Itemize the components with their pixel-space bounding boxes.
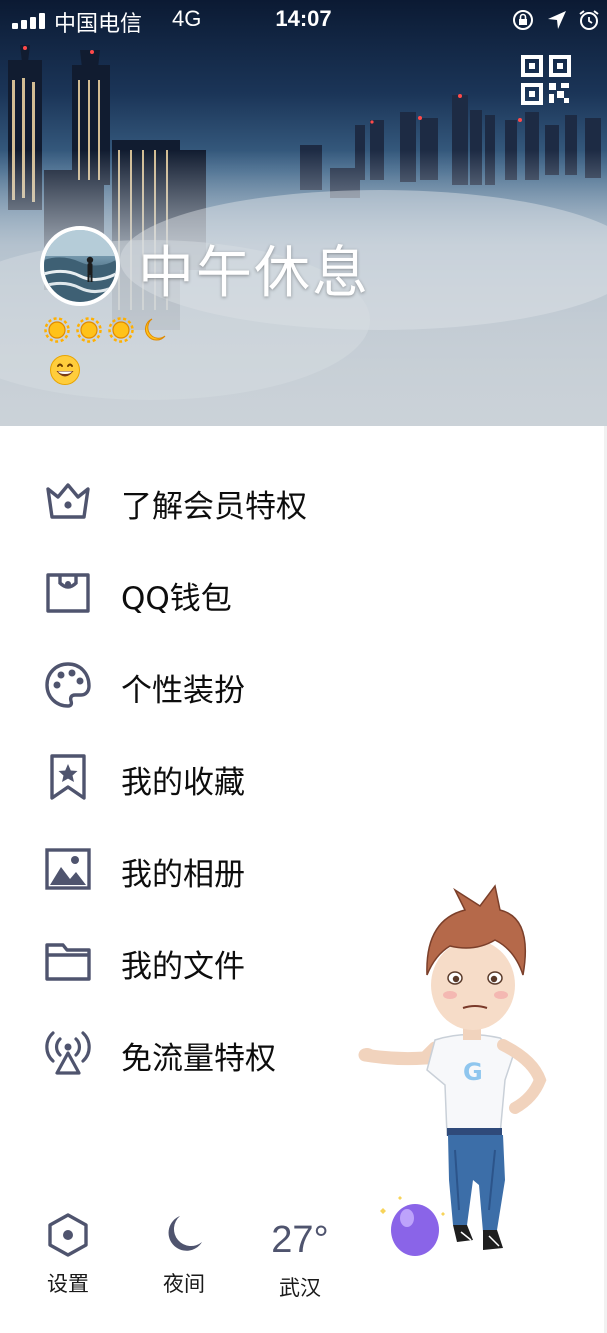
moon-night-icon <box>168 1216 202 1251</box>
menu-item-label: 个性装扮 <box>121 673 245 709</box>
rotation-lock-icon <box>513 10 533 30</box>
grinning-face-icon[interactable] <box>49 354 81 386</box>
hexagon-settings-icon <box>48 1213 88 1257</box>
user-nickname[interactable]: 中午休息 <box>138 228 370 309</box>
city-skyline-background <box>0 45 607 426</box>
alarm-clock-icon <box>579 10 599 30</box>
menu-item-personalize[interactable]: 个性装扮 <box>0 639 420 731</box>
user-avatar[interactable] <box>40 226 120 306</box>
sun-icon <box>44 317 70 343</box>
palette-icon <box>45 662 91 708</box>
cartoon-avatar-character[interactable]: G <box>355 880 575 1265</box>
profile-header: 中国电信 4G 14:07 中午休息 <box>0 0 607 426</box>
menu-item-label: 了解会员特权 <box>121 489 307 525</box>
photo-icon <box>45 848 91 890</box>
sun-icon <box>108 317 134 343</box>
location-arrow-icon <box>548 11 566 29</box>
menu-item-label: QQ钱包 <box>121 581 232 617</box>
menu-item-favorites[interactable]: 我的收藏 <box>0 731 420 823</box>
night-mode-button[interactable]: 夜间 <box>152 1212 216 1298</box>
bookmark-star-icon <box>50 754 86 800</box>
shirt-logo-letter: G <box>463 1058 483 1086</box>
menu-item-label: 我的相册 <box>121 857 245 893</box>
weather-temperature: 27° <box>271 1219 329 1261</box>
wallet-icon <box>46 573 90 613</box>
candy-bean-icon <box>380 1196 445 1256</box>
menu-item-label: 我的收藏 <box>121 765 245 801</box>
weather-widget[interactable]: 27° 武汉 <box>262 1214 338 1302</box>
avatar-photo <box>44 230 116 302</box>
antenna-icon <box>45 1031 91 1075</box>
qq-level-badges[interactable] <box>44 316 174 344</box>
menu-item-label: 我的文件 <box>121 949 245 985</box>
night-mode-label: 夜间 <box>163 1272 205 1296</box>
weather-city: 武汉 <box>279 1276 321 1300</box>
settings-button[interactable]: 设置 <box>36 1212 100 1298</box>
menu-item-qq-wallet[interactable]: QQ钱包 <box>0 547 420 639</box>
settings-label: 设置 <box>47 1272 89 1296</box>
qr-code-icon[interactable] <box>520 54 572 106</box>
menu-item-label: 免流量特权 <box>121 1041 276 1077</box>
sun-icon <box>76 317 102 343</box>
menu-item-vip-privileges[interactable]: 了解会员特权 <box>0 455 420 547</box>
status-bar: 中国电信 4G 14:07 <box>0 0 607 40</box>
moon-icon <box>144 318 166 341</box>
crown-icon <box>46 483 90 519</box>
folder-icon <box>45 943 91 981</box>
